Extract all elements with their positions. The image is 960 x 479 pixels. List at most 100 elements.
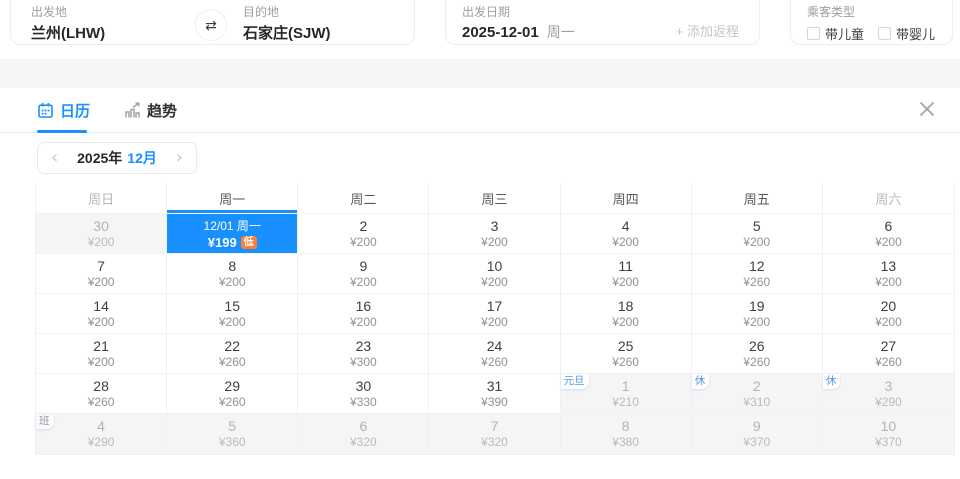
with-children-label: 带儿童	[825, 24, 864, 43]
calendar-grid: 周日周一周二周三周四周五周六 30¥20012/01 周一¥199低2¥2003…	[35, 183, 955, 455]
calendar-cell[interactable]: 21¥200	[36, 334, 167, 374]
calendar-cell[interactable]: 班 4 ¥290	[36, 414, 167, 454]
calendar-cell[interactable]: 7¥320	[429, 414, 560, 454]
cell-date: 16	[356, 299, 372, 314]
tab-calendar[interactable]: 日历	[37, 100, 90, 121]
calendar-cell[interactable]: 20¥200	[823, 294, 954, 334]
calendar-cell[interactable]: 7¥200	[36, 254, 167, 294]
cell-price: ¥200	[350, 316, 377, 329]
calendar-cell[interactable]: 元旦1¥210	[561, 374, 692, 414]
calendar-cell[interactable]: 31¥390	[429, 374, 560, 414]
cell-price: ¥200	[219, 316, 246, 329]
swap-arrows-icon[interactable]: ⇄	[195, 9, 227, 41]
cell-date: 2	[753, 379, 761, 394]
calendar-cell[interactable]: 29¥260	[167, 374, 298, 414]
calendar-cell[interactable]: 9 ¥370	[692, 414, 823, 454]
cell-price: ¥200	[875, 276, 902, 289]
cell-date: 30	[356, 379, 372, 394]
cell-price: ¥200	[743, 236, 770, 249]
cell-price: ¥330	[350, 396, 377, 409]
weekday-header: 周日	[36, 183, 167, 214]
calendar-cell[interactable]: 8¥200	[167, 254, 298, 294]
calendar-cell[interactable]: 23¥300	[298, 334, 429, 374]
calendar-cell[interactable]: 5¥360	[167, 414, 298, 454]
corner-badge-work: 班	[36, 414, 54, 429]
calendar-cell[interactable]: 休2¥310	[692, 374, 823, 414]
cell-date: 31	[487, 379, 503, 394]
cell-date: 10	[487, 259, 503, 274]
calendar-cell[interactable]: 17¥200	[429, 294, 560, 334]
calendar-cell[interactable]: 18¥200	[561, 294, 692, 334]
calendar-cell[interactable]: 2¥200	[298, 214, 429, 254]
date-card: 出发日期 2025-12-01 周一 + 添加返程	[445, 0, 760, 45]
weekday-header-row: 周日周一周二周三周四周五周六	[36, 183, 954, 214]
cell-price: ¥200	[875, 316, 902, 329]
weekday-header: 周五	[692, 183, 823, 214]
depart-date-value: 2025-12-01	[462, 24, 539, 41]
calendar-cell[interactable]: 30 ¥330	[298, 374, 429, 414]
calendar-cell[interactable]: 3¥200	[429, 214, 560, 254]
cell-price: ¥320	[481, 436, 508, 449]
prev-month-button[interactable]: ‹	[51, 149, 58, 167]
cell-date: 27	[881, 339, 897, 354]
flight-calendar-page: 出发地 兰州(LHW) ⇄ 目的地 石家庄(SJW) 出发日期 2025-12-…	[0, 0, 960, 479]
cell-date: 9	[753, 419, 761, 434]
calendar-cell[interactable]: 9¥200	[298, 254, 429, 294]
calendar-cell[interactable]: 5 ¥200	[692, 214, 823, 254]
cell-date: 5	[753, 219, 761, 234]
calendar-cell[interactable]: 16 ¥200	[298, 294, 429, 334]
next-month-button[interactable]: ›	[176, 149, 183, 167]
cell-date: 15	[224, 299, 240, 314]
cell-price: ¥200	[219, 276, 246, 289]
cell-price: ¥290	[88, 436, 115, 449]
calendar-cell[interactable]: 24¥260	[429, 334, 560, 374]
cell-price: ¥200	[612, 316, 639, 329]
tabs-bar: 日历 趋势	[0, 88, 960, 133]
calendar-cell[interactable]: 14¥200	[36, 294, 167, 334]
calendar-cell[interactable]: 15 ¥200	[167, 294, 298, 334]
cell-date: 7	[97, 259, 105, 274]
calendar-cell[interactable]: 25¥260	[561, 334, 692, 374]
calendar-cell[interactable]: 8¥380	[561, 414, 692, 454]
destination-field[interactable]: 目的地 石家庄(SJW)	[243, 5, 331, 43]
calendar-cell[interactable]: 6¥320	[298, 414, 429, 454]
calendar-cell[interactable]: 26¥260	[692, 334, 823, 374]
calendar-cell[interactable]: 11¥200	[561, 254, 692, 294]
departure-field[interactable]: 出发地 兰州(LHW)	[31, 5, 105, 43]
weekday-header: 周六	[823, 183, 954, 214]
cell-date: 22	[224, 339, 240, 354]
calendar-cell[interactable]: 22¥260	[167, 334, 298, 374]
cell-price: ¥370	[743, 436, 770, 449]
cell-price: ¥300	[350, 356, 377, 369]
add-return-button[interactable]: + 添加返程	[676, 21, 739, 40]
cell-date: 4	[97, 419, 105, 434]
cell-date: 5	[228, 419, 236, 434]
calendar-cell[interactable]: 13¥200	[823, 254, 954, 294]
cell-price: ¥260	[612, 356, 639, 369]
calendar-cell[interactable]: 12¥260	[692, 254, 823, 294]
cell-price: ¥200	[481, 236, 508, 249]
calendar-cell[interactable]: 30¥200	[36, 214, 167, 254]
route-card: 出发地 兰州(LHW) ⇄ 目的地 石家庄(SJW)	[10, 0, 415, 45]
close-icon[interactable]	[916, 98, 938, 120]
calendar-cell-selected[interactable]: 12/01 周一¥199低	[167, 214, 298, 254]
calendar-cell[interactable]: 6¥200	[823, 214, 954, 254]
tab-calendar-label: 日历	[60, 100, 90, 121]
calendar-cell[interactable]: 27¥260	[823, 334, 954, 374]
weekday-header: 周四	[561, 183, 692, 214]
depart-date-field[interactable]: 出发日期 2025-12-01 周一	[462, 5, 575, 42]
calendar-cell[interactable]: 4¥200	[561, 214, 692, 254]
corner-badge-rest: 休	[823, 374, 841, 389]
cell-date: 29	[224, 379, 240, 394]
with-children-checkbox[interactable]: 带儿童	[807, 24, 864, 43]
cell-price: ¥200	[350, 276, 377, 289]
calendar-cell[interactable]: 10¥200	[429, 254, 560, 294]
calendar-cell[interactable]: 19¥200	[692, 294, 823, 334]
tab-trend[interactable]: 趋势	[124, 100, 177, 121]
cell-date: 12	[749, 259, 765, 274]
month-title: 2025年12月	[77, 148, 157, 168]
calendar-cell[interactable]: 休3¥290	[823, 374, 954, 414]
with-infants-checkbox[interactable]: 带婴儿	[878, 24, 935, 43]
calendar-cell[interactable]: 10¥370	[823, 414, 954, 454]
calendar-cell[interactable]: 28¥260	[36, 374, 167, 414]
